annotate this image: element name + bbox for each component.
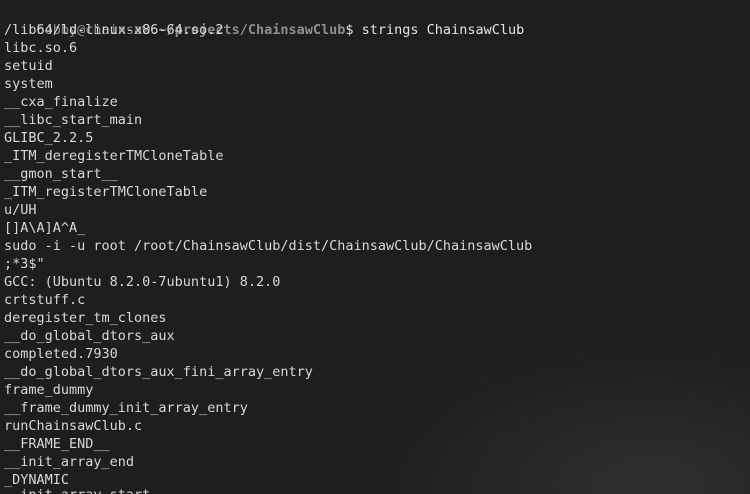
output-line: _ITM_deregisterTMCloneTable xyxy=(4,148,224,164)
output-line: sudo -i -u root /root/ChainsawClub/dist/… xyxy=(4,238,533,254)
output-line: __frame_dummy_init_array_entry xyxy=(4,400,248,416)
prompt-symbol: $ xyxy=(345,22,354,38)
output-line: __do_global_dtors_aux_fini_array_entry xyxy=(4,364,313,380)
output-line: /lib64/ld-linux-x86-64.so.2 xyxy=(4,22,224,38)
output-line: crtstuff.c xyxy=(4,292,86,308)
output-line: __init_array_start xyxy=(4,486,150,494)
output-line: __do_global_dtors_aux xyxy=(4,328,175,344)
output-line: ;*3$" xyxy=(4,256,45,272)
output-line: GCC: (Ubuntu 8.2.0-7ubuntu1) 8.2.0 xyxy=(4,274,281,290)
command-text: strings ChainsawClub xyxy=(353,22,525,38)
output-line: __cxa_finalize xyxy=(4,94,118,110)
output-line: __gmon_start__ xyxy=(4,166,118,182)
output-line: deregister_tm_clones xyxy=(4,310,167,326)
output-line: system xyxy=(4,76,53,92)
output-line: libc.so.6 xyxy=(4,40,78,56)
output-line: __init_array_end xyxy=(4,454,135,470)
output-line: GLIBC_2.2.5 xyxy=(4,130,94,146)
terminal-window[interactable]: bobby@chainsaw:~/projects/ChainsawClub$ … xyxy=(0,0,750,494)
output-line: completed.7930 xyxy=(4,346,118,362)
output-line: setuid xyxy=(4,58,53,74)
output-line: __libc_start_main xyxy=(4,112,143,128)
shell-prompt-line: bobby@chainsaw:~/projects/ChainsawClub$ … xyxy=(4,3,525,38)
output-line: u/UH xyxy=(4,202,37,218)
output-line: []A\A]A^A_ xyxy=(4,220,86,236)
output-line: _ITM_registerTMCloneTable xyxy=(4,184,208,200)
output-line: runChainsawClub.c xyxy=(4,418,143,434)
output-line: __FRAME_END__ xyxy=(4,436,110,452)
output-line: frame_dummy xyxy=(4,382,94,398)
